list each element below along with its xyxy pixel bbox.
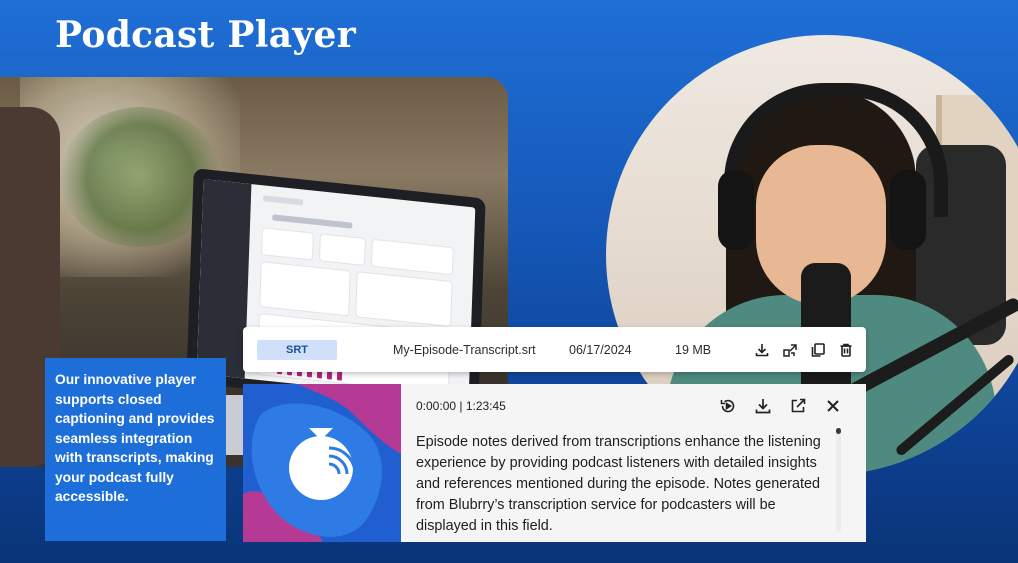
podcast-artwork: [243, 384, 401, 542]
transcript-file-row: SRT My-Episode-Transcript.srt 06/17/2024…: [243, 327, 866, 372]
notes-scrollbar[interactable]: [836, 428, 841, 532]
share-icon[interactable]: [782, 342, 798, 358]
download-icon[interactable]: [754, 397, 772, 415]
feature-description-box: Our innovative player supports closed ca…: [45, 358, 226, 541]
scrollbar-thumb[interactable]: [836, 428, 841, 434]
file-date: 06/17/2024: [569, 342, 632, 357]
page-title: Podcast Player: [55, 14, 357, 56]
file-format-badge: SRT: [257, 339, 337, 360]
episode-notes: Episode notes derived from transcription…: [416, 434, 821, 534]
download-icon[interactable]: [754, 342, 770, 358]
close-icon[interactable]: [824, 397, 842, 415]
trash-icon[interactable]: [838, 342, 854, 358]
file-name: My-Episode-Transcript.srt: [393, 342, 536, 357]
player-panel: 0:00:00 | 1:23:45 Episode notes derived …: [401, 384, 866, 542]
blubrry-logo-icon: [243, 384, 401, 542]
playback-time: 0:00:00 | 1:23:45: [416, 399, 506, 413]
copy-icon[interactable]: [810, 342, 826, 358]
laptop-screen-illustration: [186, 168, 486, 413]
file-size: 19 MB: [675, 342, 712, 357]
open-external-icon[interactable]: [789, 397, 807, 415]
replay-icon[interactable]: [719, 397, 737, 415]
